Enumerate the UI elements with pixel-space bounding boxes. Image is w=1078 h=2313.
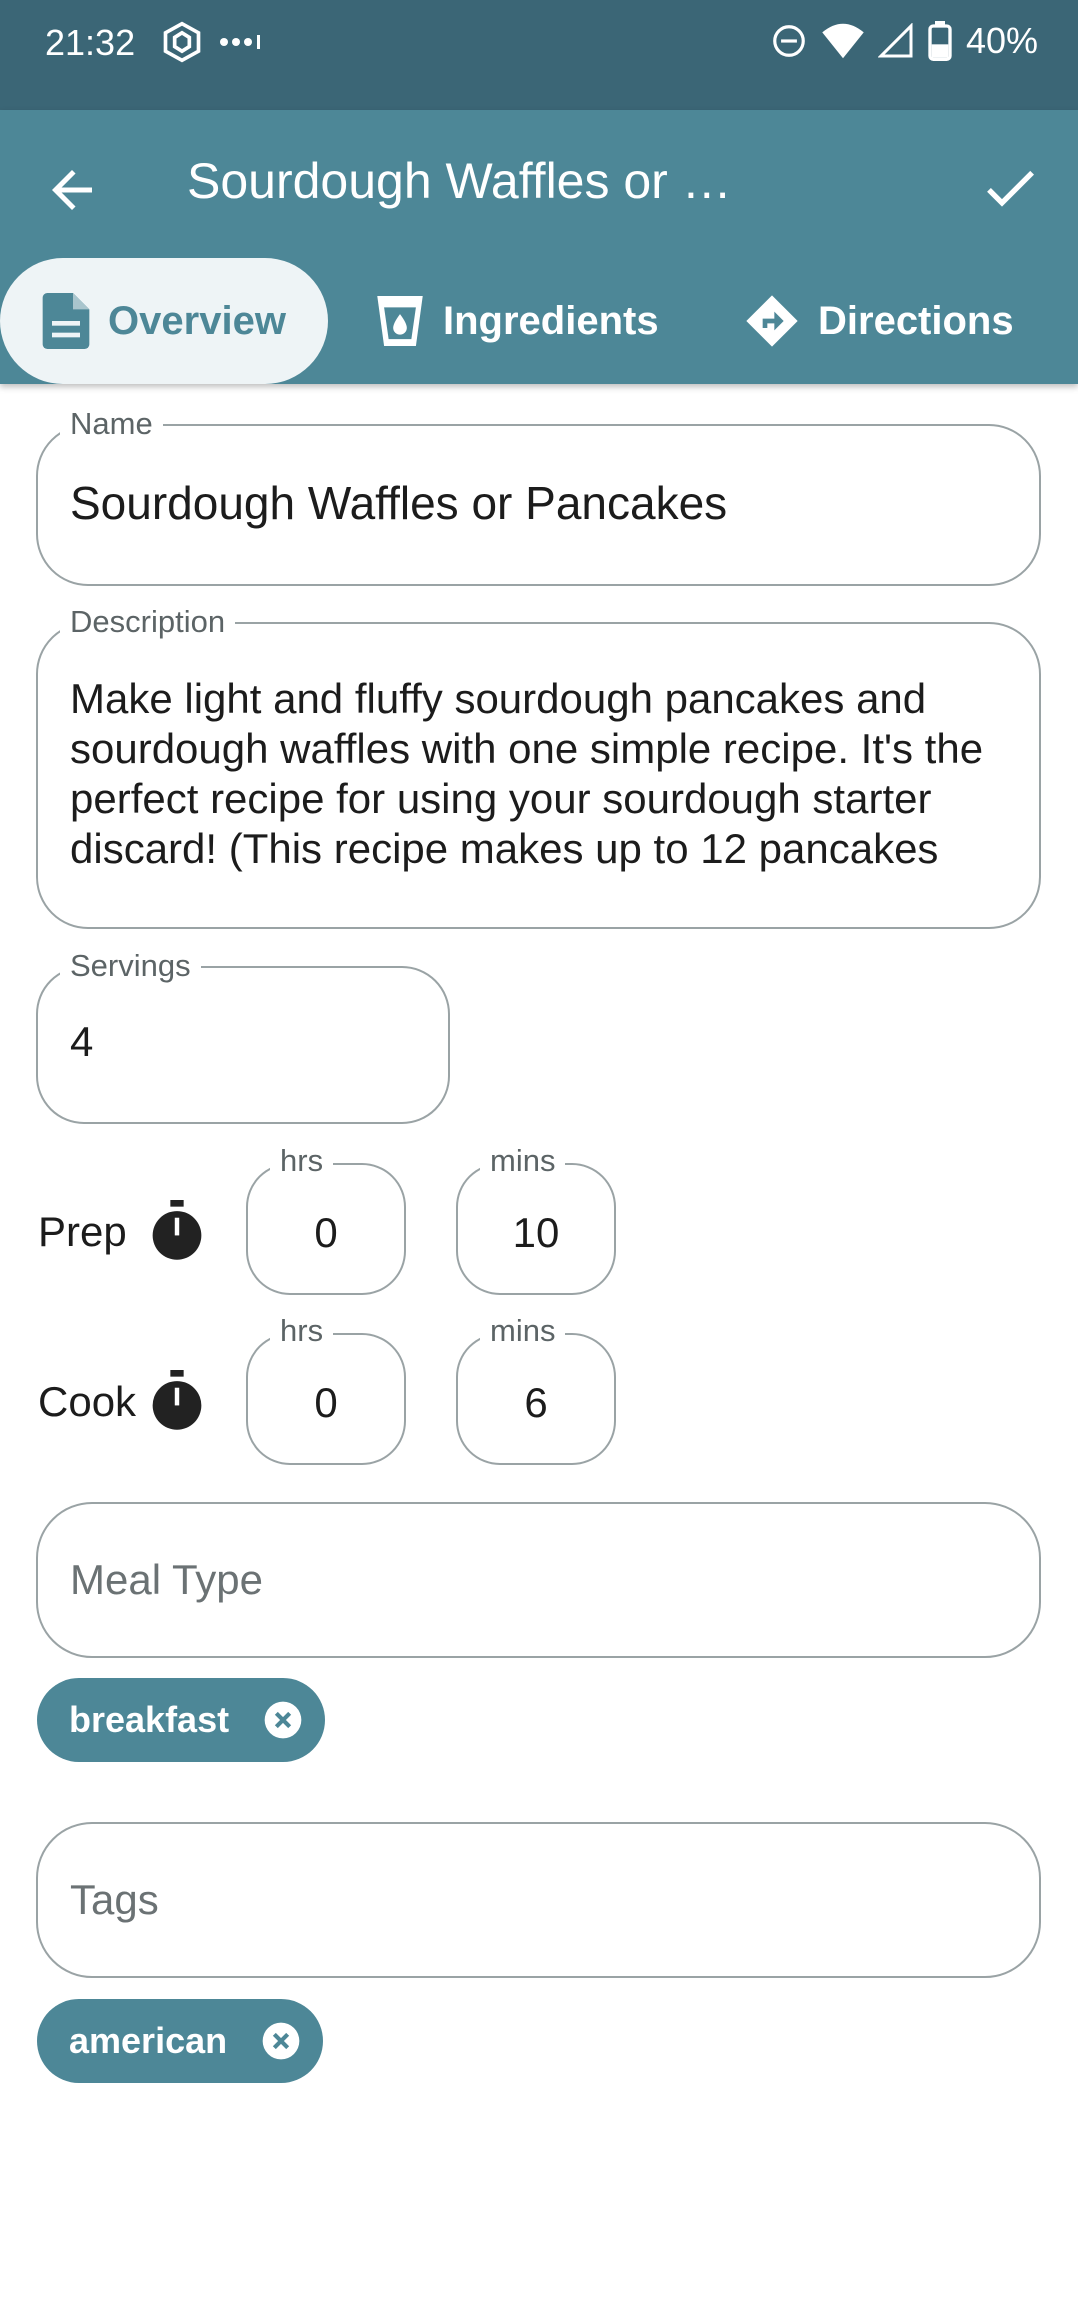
signal-icon [877,23,913,58]
description-field[interactable]: Description Make light and fluffy sourdo… [36,604,1041,929]
meal-type-chip: breakfast [37,1678,326,1762]
description-value: Make light and fluffy sourdough pancakes… [70,675,984,872]
more-dots-icon [220,35,260,49]
cup-icon [377,296,423,346]
check-icon [987,170,1034,207]
close-circle-icon[interactable] [261,2021,301,2061]
cook-hrs-value: 0 [314,1379,338,1426]
name-value: Sourdough Waffles or Pancakes [70,477,728,529]
prep-mins-label: mins [480,1143,566,1179]
name-field[interactable]: Name Sourdough Waffles or Pancakes [36,406,1041,586]
directions-icon [746,295,798,347]
tab-directions-label: Directions [818,298,1014,343]
cook-hrs-field[interactable]: hrs 0 [246,1313,406,1465]
meal-type-input[interactable]: Meal Type [36,1502,1041,1658]
arrow-left-icon [52,170,92,210]
tag-chip: american [37,1999,324,2083]
description-label: Description [60,604,236,640]
cook-mins-label: mins [480,1313,566,1349]
servings-field[interactable]: Servings 4 [36,948,450,1124]
tab-ingredients[interactable]: Ingredients [375,258,659,384]
cook-timer-icon [152,1370,202,1430]
battery-percent: 40% [965,20,1038,61]
tab-directions[interactable]: Directions [744,258,1014,384]
name-label: Name [60,406,163,442]
prep-hrs-label: hrs [270,1143,334,1179]
prep-mins-value: 10 [512,1209,560,1256]
wifi-icon [822,23,864,59]
tags-placeholder: Tags [70,1876,159,1923]
tag-chip-label: american [69,2020,228,2061]
tab-overview-label: Overview [108,298,286,343]
dnd-icon [773,25,805,57]
servings-value: 4 [70,1018,94,1065]
prep-mins-field[interactable]: mins 10 [456,1143,616,1295]
document-icon [42,293,90,349]
close-circle-icon[interactable] [263,1700,303,1740]
meal-type-placeholder: Meal Type [70,1556,263,1603]
page-title: Sourdough Waffles or … [187,153,732,209]
back-button[interactable] [42,160,102,220]
cook-label: Cook [38,1378,137,1425]
cook-mins-field[interactable]: mins 6 [456,1313,616,1465]
prep-hrs-value: 0 [314,1209,338,1256]
app-bar: Sourdough Waffles or … Overview Ingredie… [0,110,1078,384]
hexagon-app-icon [163,21,201,63]
status-time: 21:32 [45,22,136,63]
tags-input[interactable]: Tags [36,1822,1041,1978]
prep-label: Prep [38,1208,127,1255]
tab-ingredients-label: Ingredients [443,298,659,343]
status-bar: 21:32 40% [0,0,1078,110]
prep-hrs-field[interactable]: hrs 0 [246,1143,406,1295]
cook-mins-value: 6 [524,1379,548,1426]
servings-label: Servings [60,948,201,984]
meal-type-chip-label: breakfast [69,1699,230,1740]
tab-overview[interactable]: Overview [0,258,328,384]
tab-bar: Overview Ingredients Directions [0,258,1078,384]
battery-icon [928,21,952,61]
prep-timer-icon [152,1200,202,1260]
save-button[interactable] [978,156,1042,220]
cook-hrs-label: hrs [270,1313,334,1349]
